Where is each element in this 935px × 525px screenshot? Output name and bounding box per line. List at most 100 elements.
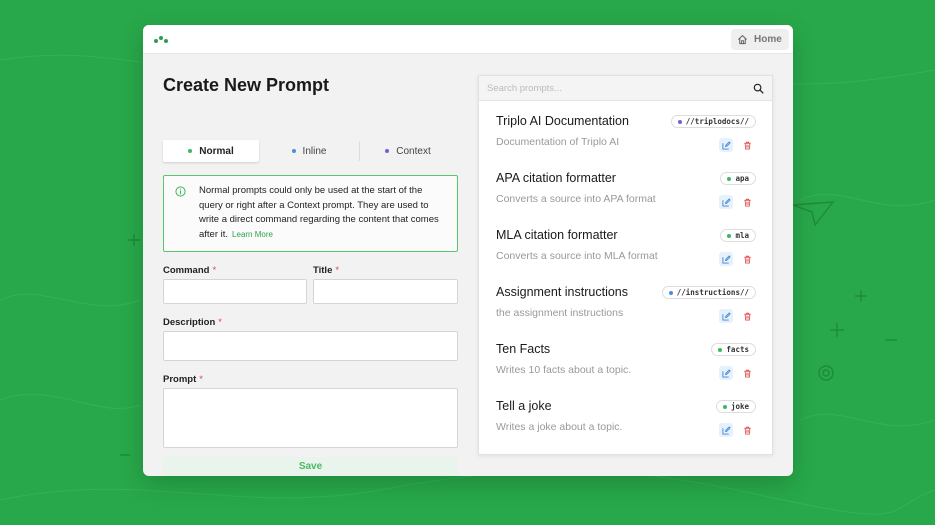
edit-button[interactable] — [719, 252, 733, 266]
edit-icon — [721, 141, 731, 150]
edit-button[interactable] — [719, 195, 733, 209]
context-dot-icon — [385, 149, 390, 153]
edit-button[interactable] — [719, 138, 733, 152]
home-button[interactable]: Home — [731, 29, 789, 50]
tab-inline[interactable]: Inline — [261, 140, 357, 162]
prompt-command-text: //instructions// — [676, 288, 749, 297]
prompt-title: MLA citation formatter — [496, 228, 618, 242]
delete-button[interactable] — [740, 366, 754, 380]
home-icon — [737, 35, 748, 45]
trash-icon — [743, 198, 751, 207]
delete-button[interactable] — [740, 195, 754, 209]
delete-button[interactable] — [740, 252, 754, 266]
prompts-list-panel: Triplo AI Documentation Documentation of… — [478, 75, 773, 455]
page-title: Create New Prompt — [163, 75, 330, 95]
edit-icon — [721, 198, 731, 207]
edit-icon — [721, 426, 731, 435]
type-dot-icon — [668, 290, 673, 295]
info-box: Normal prompts could only be used at the… — [163, 175, 458, 252]
prompt-command-text: joke — [730, 402, 749, 411]
inline-dot-icon — [291, 149, 296, 153]
tab-inline-label: Inline — [302, 145, 327, 157]
description-field[interactable] — [163, 331, 458, 361]
title-label: Title * — [313, 265, 339, 276]
command-label: Command * — [163, 265, 216, 276]
prompt-title: Tell a joke — [496, 399, 552, 413]
type-dot-icon — [718, 347, 723, 352]
delete-button[interactable] — [740, 309, 754, 323]
title-label-text: Title — [313, 265, 333, 276]
trash-icon — [743, 255, 751, 264]
delete-button[interactable] — [740, 423, 754, 437]
prompt-label: Prompt * — [163, 374, 203, 385]
prompt-description: Converts a source into MLA format — [496, 250, 658, 262]
top-bar: Home — [143, 25, 793, 54]
list-item[interactable]: Tell a joke Writes a joke about a topic.… — [479, 387, 772, 444]
prompt-description: Writes a joke about a topic. — [496, 421, 623, 433]
home-label: Home — [754, 34, 782, 45]
list-item[interactable]: APA citation formatter Converts a source… — [479, 159, 772, 216]
info-icon — [175, 186, 186, 197]
command-label-text: Command — [163, 265, 210, 276]
trash-icon — [743, 141, 751, 150]
required-mark: * — [199, 374, 203, 385]
tab-context-label: Context — [396, 145, 431, 157]
edit-button[interactable] — [719, 366, 733, 380]
search-input[interactable] — [487, 81, 737, 96]
prompt-title: Triplo AI Documentation — [496, 114, 629, 128]
edit-icon — [721, 312, 731, 321]
command-field[interactable] — [163, 279, 307, 304]
type-dot-icon — [677, 119, 682, 124]
prompt-command-badge: //instructions// — [661, 286, 756, 299]
tab-normal[interactable]: Normal — [163, 140, 259, 162]
prompt-title: Assignment instructions — [496, 285, 629, 299]
required-mark: * — [218, 317, 222, 328]
trash-icon — [743, 369, 751, 378]
prompt-description: Writes 10 facts about a topic. — [496, 364, 632, 376]
prompt-title: Ten Facts — [496, 342, 551, 356]
type-dot-icon — [727, 233, 732, 238]
prompt-label-text: Prompt — [163, 374, 197, 385]
tab-normal-label: Normal — [199, 145, 234, 157]
trash-icon — [743, 426, 751, 435]
edit-icon — [721, 255, 731, 264]
description-label: Description * — [163, 317, 222, 328]
edit-button[interactable] — [719, 423, 733, 437]
save-button[interactable]: Save — [163, 457, 458, 476]
prompt-command-badge: //triplodocs// — [670, 115, 756, 128]
description-label-text: Description — [163, 317, 216, 328]
tab-context[interactable]: Context — [360, 140, 456, 162]
prompt-command-text: apa — [735, 174, 749, 183]
prompt-command-badge: facts — [711, 343, 756, 356]
prompt-command-badge: apa — [720, 172, 756, 185]
search-icon[interactable] — [753, 83, 764, 94]
prompt-description: the assignment instructions — [496, 307, 624, 319]
trash-icon — [743, 312, 751, 321]
prompt-type-tabs: Normal Inline Context — [163, 138, 458, 164]
list-item[interactable]: Ten Facts Writes 10 facts about a topic.… — [479, 330, 772, 387]
app-window: Home Create New Prompt Normal Inline Con… — [143, 25, 793, 476]
three-dots-logo — [154, 36, 170, 44]
edit-icon — [721, 369, 731, 378]
type-dot-icon — [722, 404, 727, 409]
learn-more-link[interactable]: Learn More — [232, 230, 273, 239]
required-mark: * — [212, 265, 217, 276]
edit-button[interactable] — [719, 309, 733, 323]
required-mark: * — [335, 265, 340, 276]
prompt-textarea[interactable] — [163, 388, 458, 448]
title-field[interactable] — [313, 279, 458, 304]
search-bar — [479, 76, 772, 101]
prompt-description: Converts a source into APA format — [496, 193, 656, 205]
delete-button[interactable] — [740, 138, 754, 152]
list-item[interactable]: Triplo AI Documentation Documentation of… — [479, 102, 772, 159]
prompt-command-text: facts — [726, 345, 749, 354]
list-item[interactable]: MLA citation formatter Converts a source… — [479, 216, 772, 273]
type-dot-icon — [727, 176, 732, 181]
prompt-command-text: mla — [735, 231, 749, 240]
prompt-description: Documentation of Triplo AI — [496, 136, 620, 148]
prompt-command-badge: joke — [715, 400, 756, 413]
prompt-title: APA citation formatter — [496, 171, 616, 185]
list-item[interactable]: Assignment instructions the assignment i… — [479, 273, 772, 330]
prompt-command-text: //triplodocs// — [685, 117, 749, 126]
normal-dot-icon — [188, 149, 193, 153]
